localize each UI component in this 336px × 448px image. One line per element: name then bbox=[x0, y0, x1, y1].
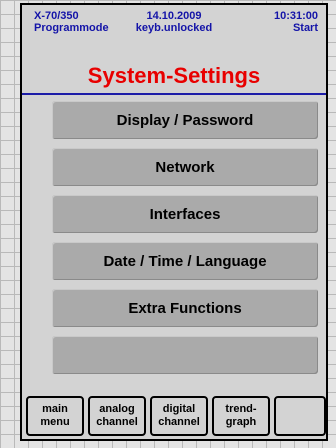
empty-softkey[interactable] bbox=[274, 396, 326, 436]
empty-menu-button[interactable] bbox=[52, 336, 318, 374]
status-right: 10:31:00 Start bbox=[274, 10, 318, 34]
softkey-label-line1: main bbox=[42, 403, 68, 415]
run-state: Start bbox=[292, 22, 318, 34]
menu-label: Interfaces bbox=[149, 205, 221, 223]
softkey-label-line1: analog bbox=[99, 403, 135, 415]
softkey-label-line2: menu bbox=[40, 416, 70, 428]
analog-channel-softkey[interactable]: analog channel bbox=[88, 396, 146, 436]
digital-channel-softkey[interactable]: digital channel bbox=[150, 396, 208, 436]
network-button[interactable]: Network bbox=[52, 148, 318, 186]
page-title: System-Settings bbox=[87, 63, 261, 88]
title-divider bbox=[22, 93, 326, 95]
menu-label: Date / Time / Language bbox=[103, 252, 267, 270]
main-menu-softkey[interactable]: main menu bbox=[26, 396, 84, 436]
softkey-label-line1: trend- bbox=[225, 403, 257, 415]
softkey-bar: main menu analog channel digital channel tr… bbox=[26, 396, 326, 438]
softkey-label-line2: channel bbox=[158, 416, 200, 428]
display-password-button[interactable]: Display / Password bbox=[52, 101, 318, 139]
device-screen: X-70/350 Programmode 14.10.2009 keyb.unl… bbox=[20, 3, 328, 441]
date-time-language-button[interactable]: Date / Time / Language bbox=[52, 242, 318, 280]
menu-label: Display / Password bbox=[116, 111, 254, 129]
softkey-label-line2: graph bbox=[225, 416, 257, 428]
trend-graph-softkey[interactable]: trend-graph bbox=[212, 396, 270, 436]
interfaces-button[interactable]: Interfaces bbox=[52, 195, 318, 233]
menu-label: Network bbox=[155, 158, 215, 176]
softkey-label-line2: channel bbox=[96, 416, 138, 428]
extra-functions-button[interactable]: Extra Functions bbox=[52, 289, 318, 327]
softkey-label-line1: digital bbox=[162, 403, 196, 415]
status-bar: X-70/350 Programmode 14.10.2009 keyb.unl… bbox=[22, 5, 326, 45]
menu-label: Extra Functions bbox=[128, 299, 242, 317]
time-display: 10:31:00 bbox=[273, 10, 318, 22]
